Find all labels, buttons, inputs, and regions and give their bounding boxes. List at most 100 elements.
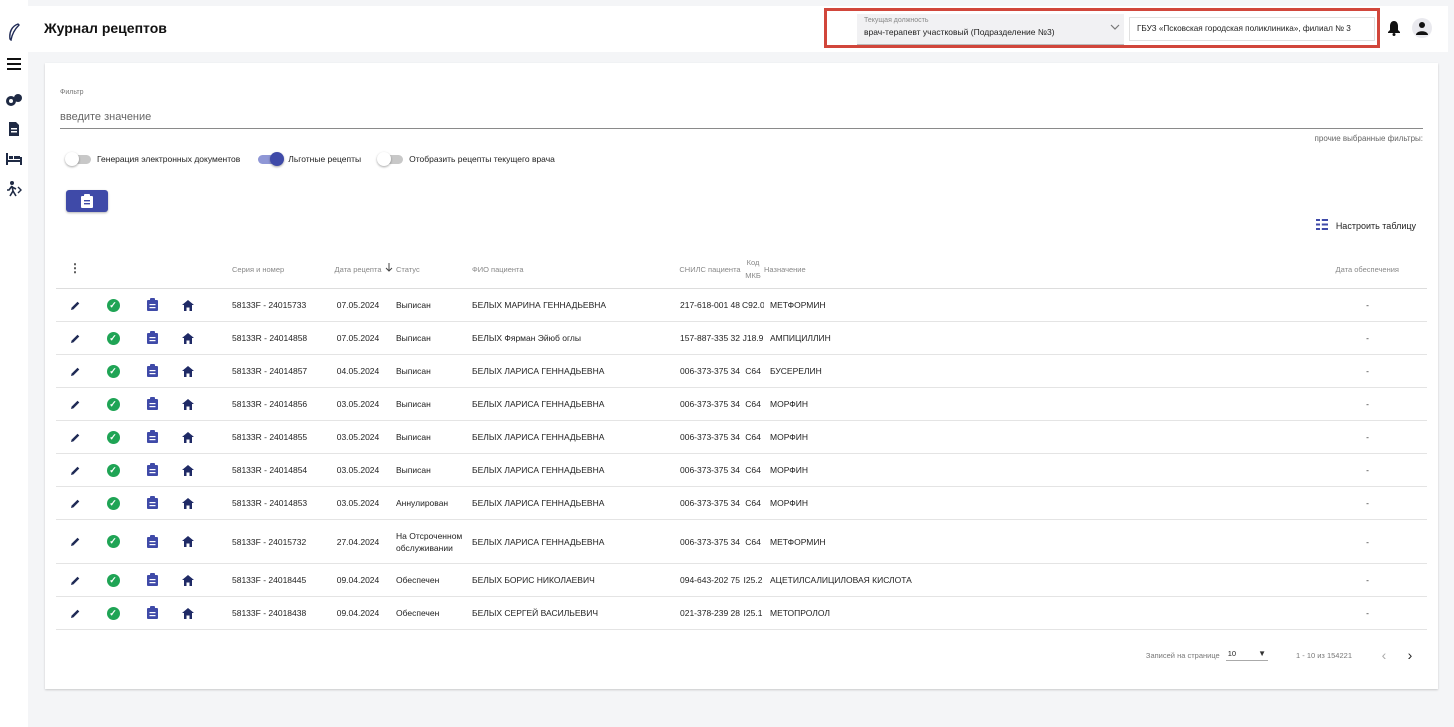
edit-pencil-icon[interactable] [67, 495, 83, 511]
check-circle-icon[interactable]: ✓ [105, 297, 121, 313]
cell-series: 58133R - 24014854 [232, 453, 334, 487]
header-snils[interactable]: СНИЛС пациента [678, 250, 742, 289]
home-icon[interactable] [180, 330, 196, 346]
table-row[interactable]: ✓ 58133F - 24018438 09.04.2024 Обеспечен БЕЛ… [56, 596, 1427, 630]
edit-pencil-icon[interactable] [67, 396, 83, 412]
home-icon[interactable] [180, 495, 196, 511]
home-icon[interactable] [180, 363, 196, 379]
pills-icon[interactable] [5, 91, 23, 109]
per-page-select[interactable]: 10 ▼ [1225, 649, 1268, 661]
recipes-card: Фильтр прочие выбранные фильтры: Генерац… [45, 63, 1438, 689]
table-row[interactable]: ✓ 58133R - 24014854 03.05.2024 Выписан БЕЛЫХ… [56, 453, 1427, 487]
table-row[interactable]: ✓ 58133F - 24015732 27.04.2024 На Отсроченн… [56, 519, 1427, 564]
toggles-row: Генерация электронных документов Льготны… [65, 151, 573, 166]
user-avatar-icon[interactable] [1412, 18, 1432, 38]
edit-pencil-icon[interactable] [67, 534, 83, 550]
document-icon[interactable] [5, 120, 23, 138]
edit-pencil-icon[interactable] [67, 297, 83, 313]
table-row[interactable]: ✓ 58133R - 24014858 07.05.2024 Выписан БЕЛЫХ… [56, 321, 1427, 355]
check-circle-icon[interactable]: ✓ [105, 495, 121, 511]
toggle-current-doctor[interactable]: Отобразить рецепты текущего врача [377, 151, 555, 166]
cell-series: 58133F - 24018445 [232, 563, 334, 597]
home-icon[interactable] [180, 396, 196, 412]
check-circle-icon[interactable]: ✓ [105, 429, 121, 445]
toggle-generate-docs[interactable]: Генерация электронных документов [65, 151, 240, 166]
header-date[interactable]: Дата рецепта [334, 250, 382, 289]
home-icon[interactable] [180, 297, 196, 313]
menu-icon[interactable] [5, 55, 23, 73]
cell-supply-date: - [1317, 354, 1427, 388]
clipboard-icon[interactable] [144, 495, 160, 511]
walking-icon[interactable] [5, 180, 23, 198]
header-mkb[interactable]: Код МКБ [742, 250, 764, 289]
clipboard-icon[interactable] [144, 533, 160, 549]
toggle-switch[interactable] [258, 151, 285, 166]
table-row[interactable]: ✓ 58133R - 24014856 03.05.2024 Выписан БЕЛЫХ… [56, 387, 1427, 421]
edit-pencil-icon[interactable] [67, 429, 83, 445]
clipboard-icon[interactable] [144, 462, 160, 478]
check-circle-icon[interactable]: ✓ [105, 572, 121, 588]
cell-status: Аннулирован [396, 486, 472, 520]
toggle-switch[interactable] [377, 151, 404, 166]
clipboard-icon[interactable] [144, 429, 160, 445]
header-status[interactable]: Статус [396, 250, 472, 289]
position-select[interactable]: Текущая должность врач-терапевт участков… [857, 14, 1124, 45]
configure-table-button[interactable]: Настроить таблицу [1315, 219, 1416, 232]
prev-page-icon[interactable]: ‹ [1376, 647, 1392, 663]
edit-pencil-icon[interactable] [67, 363, 83, 379]
sort-down-arrow-icon[interactable] [382, 250, 396, 289]
cell-mkb: C64 [742, 486, 764, 520]
chevron-down-icon[interactable] [1110, 22, 1120, 33]
cell-drug: АЦЕТИЛСАЛИЦИЛОВАЯ КИСЛОТА [764, 563, 1317, 597]
clipboard-icon[interactable] [144, 396, 160, 412]
cell-status: Обеспечен [396, 596, 472, 630]
cell-drug: МОРФИН [764, 453, 1317, 487]
check-circle-icon[interactable]: ✓ [105, 534, 121, 550]
header-series[interactable]: Серия и номер [232, 250, 334, 289]
check-circle-icon[interactable]: ✓ [105, 605, 121, 621]
cell-snils: 006-373-375 34 [678, 387, 742, 421]
home-icon[interactable] [180, 572, 196, 588]
check-circle-icon[interactable]: ✓ [105, 363, 121, 379]
table-row[interactable]: ✓ 58133F - 24018445 09.04.2024 Обеспечен БЕЛ… [56, 563, 1427, 597]
edit-pencil-icon[interactable] [67, 462, 83, 478]
clipboard-icon[interactable] [144, 330, 160, 346]
feather-logo-icon[interactable] [5, 23, 23, 41]
check-circle-icon[interactable]: ✓ [105, 396, 121, 412]
cell-status: Выписан [396, 453, 472, 487]
check-circle-icon[interactable]: ✓ [105, 462, 121, 478]
header-drug[interactable]: Назначение [764, 250, 1317, 289]
header-supply-date[interactable]: Дата обеспечения [1317, 250, 1427, 289]
column-menu-icon[interactable]: ⋮ [56, 250, 94, 289]
toggle-switch[interactable] [65, 151, 91, 166]
cell-snils: 157-887-335 32 [678, 321, 742, 355]
bed-icon[interactable] [5, 150, 23, 168]
edit-pencil-icon[interactable] [67, 605, 83, 621]
cell-series: 58133R - 24014858 [232, 321, 334, 355]
home-icon[interactable] [180, 429, 196, 445]
clipboard-icon[interactable] [144, 297, 160, 313]
check-circle-icon[interactable]: ✓ [105, 330, 121, 346]
cell-date: 09.04.2024 [334, 563, 382, 597]
home-icon[interactable] [180, 462, 196, 478]
clipboard-icon[interactable] [144, 605, 160, 621]
table-row[interactable]: ✓ 58133R - 24014857 04.05.2024 Выписан БЕЛЫХ… [56, 354, 1427, 388]
organization-field[interactable]: ГБУЗ «Псковская городская поликлиника», … [1129, 17, 1375, 41]
table-row[interactable]: ✓ 58133F - 24015733 07.05.2024 Выписан БЕЛЫХ… [56, 288, 1427, 322]
table-row[interactable]: ✓ 58133R - 24014853 03.05.2024 Аннулирован Б… [56, 486, 1427, 520]
next-page-icon[interactable]: › [1402, 647, 1418, 663]
filter-input[interactable] [60, 105, 1423, 129]
clipboard-icon[interactable] [144, 363, 160, 379]
cell-series: 58133R - 24014857 [232, 354, 334, 388]
edit-pencil-icon[interactable] [67, 330, 83, 346]
edit-pencil-icon[interactable] [67, 572, 83, 588]
toggle-preferential-recipes[interactable]: Льготные рецепты [258, 151, 361, 166]
home-icon[interactable] [180, 534, 196, 550]
new-recipe-button[interactable] [66, 190, 108, 212]
clipboard-icon[interactable] [144, 572, 160, 588]
header-patient[interactable]: ФИО пациента [472, 250, 678, 289]
table-row[interactable]: ✓ 58133R - 24014855 03.05.2024 Выписан БЕЛЫХ… [56, 420, 1427, 454]
cell-snils: 217-618-001 48 [678, 288, 742, 322]
home-icon[interactable] [180, 605, 196, 621]
notifications-bell-icon[interactable] [1384, 18, 1404, 38]
